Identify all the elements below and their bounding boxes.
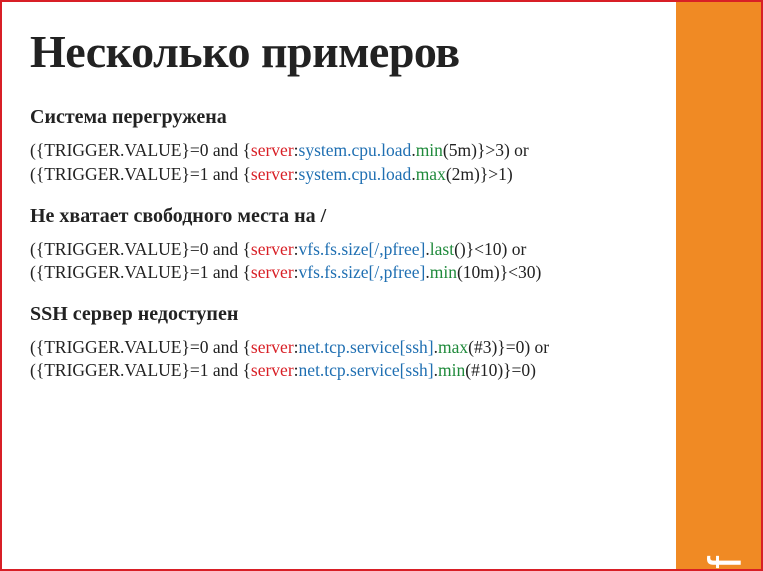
expr-text: ({TRIGGER.VALUE}=1 and { <box>30 360 251 380</box>
section-heading: Не хватает свободного места на / <box>30 205 661 228</box>
brand-logo: RootConf <box>702 557 749 571</box>
expr-text: ({TRIGGER.VALUE}=1 and { <box>30 262 251 282</box>
expr-tail: (#10)}=0) <box>465 360 536 380</box>
trigger-expression: ({TRIGGER.VALUE}=0 and {server:vfs.fs.si… <box>30 238 661 285</box>
expr-host: server <box>251 360 294 380</box>
trigger-expression: ({TRIGGER.VALUE}=0 and {server:system.cp… <box>30 139 661 186</box>
expr-func: max <box>438 337 468 357</box>
expr-key: system.cpu.load <box>299 164 412 184</box>
expr-func: max <box>416 164 446 184</box>
expr-key: net.tcp.service[ssh] <box>299 337 434 357</box>
slide-content: Несколько примеров Система перегружена (… <box>30 28 661 401</box>
expr-func: min <box>430 262 457 282</box>
expr-func: last <box>430 239 454 259</box>
expr-func: min <box>438 360 465 380</box>
expr-key: vfs.fs.size[/,pfree] <box>299 262 426 282</box>
slide: RootConf Несколько примеров Система пере… <box>0 0 763 571</box>
expr-host: server <box>251 262 294 282</box>
section-heading: SSH сервер недоступен <box>30 303 661 326</box>
brand-conf: Conf <box>699 557 751 571</box>
expr-text: ({TRIGGER.VALUE}=1 and { <box>30 164 251 184</box>
expr-tail: (#3)}=0) or <box>468 337 549 357</box>
expr-host: server <box>251 140 294 160</box>
expr-host: server <box>251 239 294 259</box>
expr-tail: (5m)}>3) or <box>443 140 529 160</box>
trigger-expression: ({TRIGGER.VALUE}=0 and {server:net.tcp.s… <box>30 336 661 383</box>
section-heading: Система перегружена <box>30 106 661 129</box>
brand-sidebar: RootConf <box>676 2 761 569</box>
expr-key: system.cpu.load <box>299 140 412 160</box>
expr-key: vfs.fs.size[/,pfree] <box>299 239 426 259</box>
expr-tail: (10m)}<30) <box>457 262 541 282</box>
slide-title: Несколько примеров <box>30 28 661 76</box>
expr-host: server <box>251 337 294 357</box>
expr-text: ({TRIGGER.VALUE}=0 and { <box>30 140 251 160</box>
expr-tail: ()}<10) or <box>454 239 526 259</box>
expr-text: ({TRIGGER.VALUE}=0 and { <box>30 239 251 259</box>
expr-func: min <box>416 140 443 160</box>
expr-key: net.tcp.service[ssh] <box>299 360 434 380</box>
expr-host: server <box>251 164 294 184</box>
expr-text: ({TRIGGER.VALUE}=0 and { <box>30 337 251 357</box>
expr-tail: (2m)}>1) <box>446 164 513 184</box>
